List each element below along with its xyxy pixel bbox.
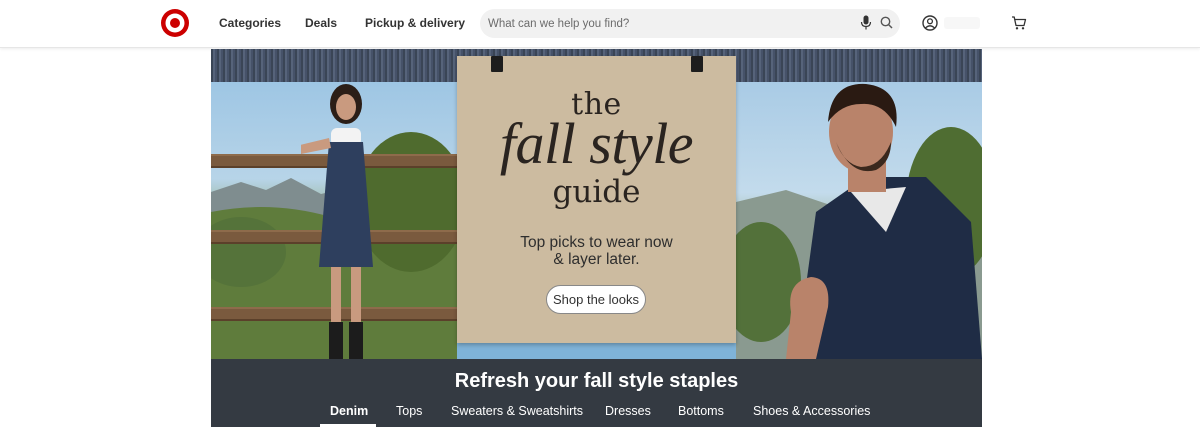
man-model-illustration <box>786 83 982 359</box>
category-band: Refresh your fall style staples Denim To… <box>211 359 982 427</box>
sign-heading-fall-style: fall style <box>499 111 694 176</box>
tab-tops[interactable]: Tops <box>396 404 422 418</box>
tab-dresses[interactable]: Dresses <box>605 404 651 418</box>
sign-tagline-line2: & layer later. <box>553 251 640 268</box>
tab-bottoms[interactable]: Bottoms <box>678 404 724 418</box>
site-header: Categories Deals Pickup & delivery <box>0 0 1200 48</box>
search-input[interactable] <box>488 15 848 33</box>
nav-deals[interactable]: Deals <box>305 16 337 30</box>
search-bar <box>480 9 900 38</box>
target-logo[interactable] <box>160 8 190 38</box>
shop-the-looks-button[interactable]: Shop the looks <box>546 285 646 314</box>
hero-right-photo <box>736 82 982 359</box>
tab-denim[interactable]: Denim <box>330 404 368 418</box>
fall-style-guide-sign: the fall style guide Top picks to wear n… <box>457 56 736 343</box>
category-band-title: Refresh your fall style staples <box>454 370 739 392</box>
cart-icon[interactable] <box>1011 15 1027 31</box>
hero-left-photo <box>211 82 457 359</box>
sign-clip <box>491 56 503 72</box>
tab-shoes-accessories[interactable]: Shoes & Accessories <box>753 404 870 418</box>
account-icon[interactable] <box>922 15 938 31</box>
sign-tagline-line1: Top picks to wear now <box>520 234 673 251</box>
sign-clip <box>691 56 703 72</box>
woman-model-illustration <box>301 84 373 359</box>
sign-heading-guide: guide <box>552 174 641 210</box>
account-name-placeholder[interactable] <box>944 17 980 29</box>
microphone-icon[interactable] <box>860 15 872 31</box>
tab-sweaters-sweatshirts[interactable]: Sweaters & Sweatshirts <box>451 404 583 418</box>
search-icon[interactable] <box>880 16 893 29</box>
nav-categories[interactable]: Categories <box>219 16 281 30</box>
hero-banner[interactable]: the fall style guide Top picks to wear n… <box>211 49 982 359</box>
nav-pickup-delivery[interactable]: Pickup & delivery <box>365 16 465 30</box>
